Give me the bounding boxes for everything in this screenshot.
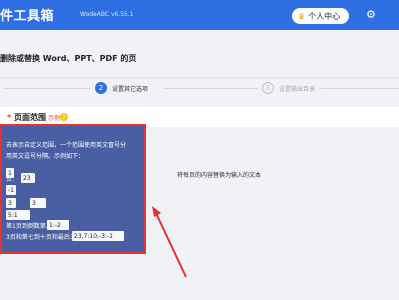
example-code: 3	[6, 198, 16, 208]
step-line	[321, 88, 399, 89]
step-indicator: 2 设置其它选项 3 设置输出目录	[0, 78, 399, 98]
example-code: 23,7:10,-3:-1	[72, 231, 124, 241]
crown-icon: ♛	[298, 11, 306, 21]
replace-hint: 将每页的内容替换为输入的文本	[177, 172, 262, 179]
annotation-arrow	[152, 206, 187, 278]
step-line	[164, 88, 258, 89]
app-title: 件工具箱	[0, 9, 55, 24]
help-icon[interactable]: ?	[60, 113, 68, 121]
step-2-circle[interactable]: 2	[95, 82, 107, 94]
gear-icon[interactable]: ⚙	[366, 8, 376, 21]
app-version: WodeABC v6.55.1	[80, 11, 134, 18]
step-3-label[interactable]: 设置输出目录	[279, 84, 315, 93]
range-help-tooltip: 去表示自定义范围，一个范围使用英文冒号分 用英文逗号分隔。示例如下： 1 页： …	[0, 124, 146, 254]
user-center-label: 个人中心	[308, 11, 341, 21]
step-3-circle[interactable]: 3	[262, 82, 274, 94]
example-code: 23	[21, 173, 35, 183]
example-code: 3	[30, 198, 46, 208]
example-code: 5:1	[6, 210, 30, 220]
step-2-label[interactable]: 设置其它选项	[112, 84, 148, 93]
page-range-label: * 页面范围	[7, 112, 46, 123]
page-title: 删除或替换 Word、PPT、PDF 的页	[0, 54, 137, 63]
user-center-button[interactable]: ♛ 个人中心	[292, 8, 349, 24]
tooltip-text: 去表示自定义范围，一个范围使用英文冒号分	[6, 142, 127, 149]
tooltip-text: 用英文逗号分隔。示例如下：	[6, 153, 85, 160]
step-line	[4, 88, 90, 89]
example-code: 1:-2	[47, 220, 69, 230]
example-tag[interactable]: 示例	[48, 113, 60, 122]
example-code: -1	[6, 185, 16, 195]
tooltip-text: 页：	[6, 176, 19, 183]
page-range-text: 页面范围	[13, 113, 46, 122]
required-mark: *	[7, 113, 12, 122]
app-header: 件工具箱 WodeABC v6.55.1 ♛ 个人中心 ⚙	[0, 0, 399, 30]
